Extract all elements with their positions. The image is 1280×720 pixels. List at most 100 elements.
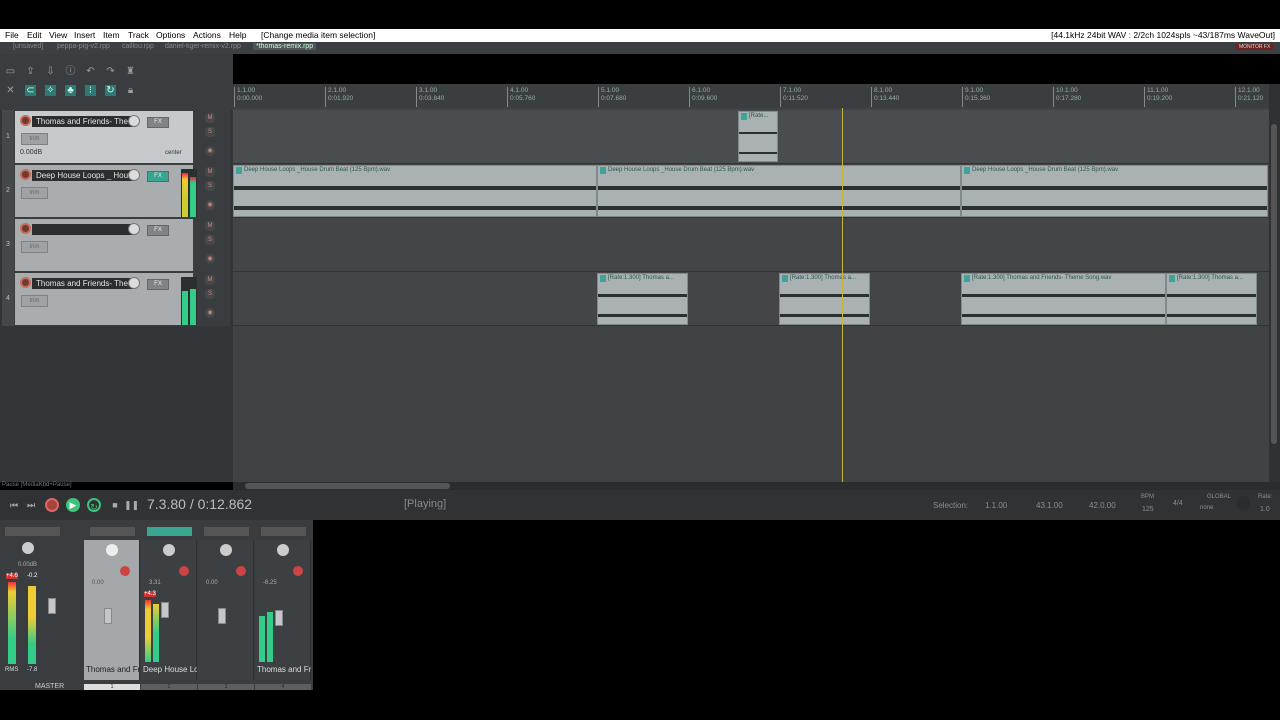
- tab-unsaved[interactable]: [unsaved]: [10, 43, 46, 50]
- global-automation-mode[interactable]: none: [1200, 505, 1213, 511]
- bpm-value[interactable]: 125: [1142, 506, 1154, 513]
- fx-button[interactable]: [261, 527, 306, 536]
- phase-icon[interactable]: ◉: [205, 308, 215, 318]
- envelope-points-icon[interactable]: ♣: [65, 85, 76, 96]
- horizontal-scrollbar[interactable]: [233, 482, 1280, 490]
- solo-button[interactable]: S: [205, 127, 215, 137]
- media-item[interactable]: Deep House Loops _House Drum Beat (125 B…: [961, 165, 1268, 217]
- project-settings-icon[interactable]: ⓘ: [65, 66, 76, 77]
- pan-knob[interactable]: [163, 544, 175, 556]
- trim-button[interactable]: trim: [21, 241, 48, 253]
- fx-button[interactable]: [147, 527, 192, 536]
- media-item[interactable]: [Rate:1.300] Thomas a...: [1166, 273, 1257, 325]
- mixer-strip-3[interactable]: 0.00: [198, 540, 254, 680]
- stop-button[interactable]: ■: [108, 498, 122, 512]
- track-panel[interactable]: FX trim: [15, 219, 193, 271]
- phase-icon[interactable]: ◉: [205, 200, 215, 210]
- channel-fader[interactable]: [218, 608, 226, 624]
- menu-item[interactable]: Item: [103, 30, 120, 40]
- undo-icon[interactable]: ↶: [85, 66, 96, 77]
- phase-icon[interactable]: ◉: [205, 254, 215, 264]
- go-to-start-icon[interactable]: ⏮: [7, 498, 21, 512]
- record-arm-button[interactable]: [293, 566, 303, 576]
- track-1-header[interactable]: 1 Thomas and Friends- The FX trim 0.00dB…: [2, 110, 230, 164]
- solo-button[interactable]: S: [205, 181, 215, 191]
- menu-track[interactable]: Track: [128, 30, 149, 40]
- menu-file[interactable]: File: [5, 30, 19, 40]
- pause-button[interactable]: ❚❚: [124, 498, 139, 512]
- master-fader[interactable]: [48, 598, 56, 614]
- redo-icon[interactable]: ↷: [105, 66, 116, 77]
- fx-button[interactable]: FX: [147, 171, 169, 182]
- go-to-end-icon[interactable]: ⏭: [24, 498, 38, 512]
- time-signature[interactable]: 4/4: [1173, 500, 1183, 507]
- tab-daniel-tiger[interactable]: daniel-tiger-remix-v2.rpp: [162, 43, 244, 50]
- track-3-header[interactable]: 3 FX trim M S ◉: [2, 218, 230, 272]
- fx-button[interactable]: [90, 527, 135, 536]
- audio-device-status[interactable]: [44.1kHz 24bit WAV : 2/2ch 1024spls ~43/…: [1051, 30, 1275, 40]
- monitor-fx-button[interactable]: MONITOR FX: [1236, 44, 1274, 50]
- item-grouping-icon[interactable]: ⊂: [25, 85, 36, 96]
- metronome-icon[interactable]: ♜: [125, 66, 136, 77]
- track-name[interactable]: Deep House Loops _ Hou: [32, 170, 135, 181]
- track-panel[interactable]: Deep House Loops _ Hou FX trim: [15, 165, 193, 217]
- menu-view[interactable]: View: [49, 30, 67, 40]
- auto-crossfade-icon[interactable]: ✧: [45, 85, 56, 96]
- play-button[interactable]: ▶: [66, 498, 80, 512]
- timeline-ruler[interactable]: 1.1.00 0:00.000 2.1.00 0:01.920 3.1.00 0:03…: [233, 84, 1269, 108]
- track-panel[interactable]: Thomas and Friends- The FX trim: [15, 273, 193, 325]
- fx-button[interactable]: FX: [147, 117, 169, 128]
- loop-points-link-icon[interactable]: ↻: [105, 85, 116, 96]
- media-item[interactable]: [Rate...: [738, 111, 778, 162]
- record-arm-button[interactable]: [120, 566, 130, 576]
- record-button[interactable]: [45, 498, 59, 512]
- fx-button[interactable]: FX: [147, 225, 169, 236]
- media-item[interactable]: [Rate:1.300] Thomas and Friends- Theme S…: [961, 273, 1166, 325]
- selection-start[interactable]: 1.1.00: [985, 501, 1007, 510]
- menu-options[interactable]: Options: [156, 30, 185, 40]
- media-item[interactable]: [Rate:1.300] Thomas a...: [779, 273, 870, 325]
- pan-knob[interactable]: [277, 544, 289, 556]
- mute-button[interactable]: M: [205, 221, 215, 231]
- fx-button[interactable]: FX: [147, 279, 169, 290]
- pan-knob[interactable]: [220, 544, 232, 556]
- solo-button[interactable]: S: [205, 289, 215, 299]
- new-project-icon[interactable]: ▭: [5, 66, 16, 77]
- trim-button[interactable]: trim: [21, 295, 48, 307]
- channel-fader[interactable]: [161, 602, 169, 618]
- record-arm-button[interactable]: [20, 277, 31, 288]
- repeat-button[interactable]: ↻: [87, 498, 101, 512]
- media-item[interactable]: [Rate:1.300] Thomas a...: [597, 273, 688, 325]
- track-name[interactable]: Thomas and Friends- The: [32, 278, 135, 289]
- fx-button[interactable]: [204, 527, 249, 536]
- tab-thomas-remix[interactable]: *thomas-remix.rpp: [253, 43, 317, 50]
- record-arm-button[interactable]: [20, 115, 31, 126]
- mixer-strip-4[interactable]: -6.25 Thomas and Fr: [255, 540, 311, 680]
- selection-end[interactable]: 43.1.00: [1036, 501, 1063, 510]
- master-pan-knob[interactable]: [22, 542, 34, 554]
- track-name[interactable]: [32, 224, 135, 235]
- record-arm-button[interactable]: [179, 566, 189, 576]
- ripple-edit-icon[interactable]: ✕: [5, 85, 16, 96]
- menu-actions[interactable]: Actions: [193, 30, 221, 40]
- tab-caillou[interactable]: caillou.rpp: [119, 43, 157, 50]
- rate-value[interactable]: 1.0: [1260, 506, 1270, 513]
- mute-button[interactable]: M: [205, 167, 215, 177]
- scroll-thumb[interactable]: [1271, 124, 1277, 444]
- trim-button[interactable]: trim: [21, 187, 48, 199]
- channel-fader[interactable]: [104, 608, 112, 624]
- pan-knob[interactable]: [106, 544, 118, 556]
- record-arm-button[interactable]: [20, 223, 31, 234]
- lock-icon[interactable]: 🔒︎: [125, 85, 136, 96]
- vertical-scrollbar[interactable]: [1269, 84, 1280, 484]
- mute-button[interactable]: M: [205, 275, 215, 285]
- phase-icon[interactable]: ◉: [205, 146, 215, 156]
- track-lane-3[interactable]: [233, 218, 1269, 272]
- solo-button[interactable]: S: [205, 235, 215, 245]
- record-arm-button[interactable]: [20, 169, 31, 180]
- track-2-header[interactable]: 2 Deep House Loops _ Hou FX trim M S ◉: [2, 164, 230, 218]
- rate-knob[interactable]: [1236, 496, 1250, 510]
- mixer-strip-1[interactable]: 0.00 Thomas and Fr: [84, 540, 140, 680]
- time-display[interactable]: 7.3.80 / 0:12.862: [147, 496, 252, 512]
- play-cursor[interactable]: [842, 108, 843, 482]
